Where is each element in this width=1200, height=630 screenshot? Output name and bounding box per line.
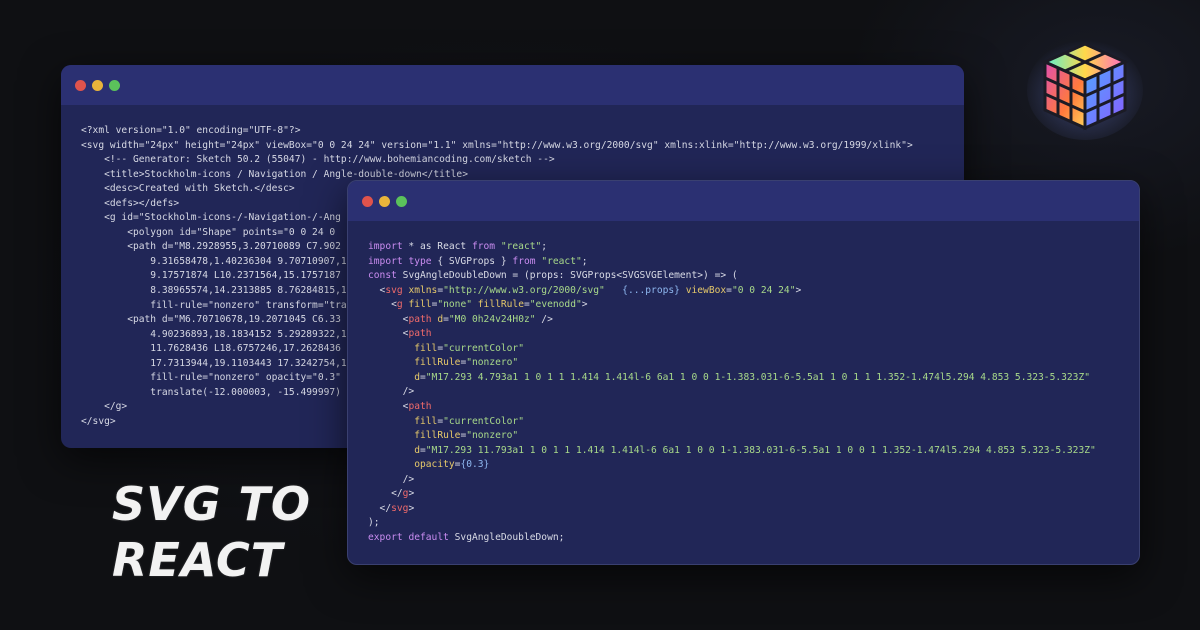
code-line: ); (368, 517, 380, 529)
code-line: /> (368, 473, 415, 485)
code-line: fill="currentColor" (414, 342, 524, 354)
code-line: export default SvgAngleDoubleDown; (368, 531, 565, 543)
maximize-dot-icon (396, 195, 407, 207)
close-dot-icon (75, 79, 86, 91)
react-output-window: import * as React from "react"; import ty… (347, 180, 1140, 565)
code-line: fillRule="nonzero" (414, 357, 519, 369)
code-line: <svg xmlns="http://www.w3.org/2000/svg" … (368, 284, 802, 296)
code-line: </g> (368, 488, 415, 500)
code-line: opacity={0.3} (414, 459, 490, 471)
code-line: d="M17.293 11.793a1 1 0 1 1 1.414 1.414l… (414, 444, 1096, 456)
code-line: <!-- Generator: Sketch 50.2 (55047) - ht… (81, 154, 555, 166)
minimize-dot-icon (92, 79, 103, 91)
code-line: /> (368, 386, 415, 398)
code-line: <path (368, 328, 432, 340)
code-line: const SvgAngleDoubleDown = (props: SVGPr… (368, 270, 738, 282)
react-code-block: import * as React from "react"; import ty… (348, 221, 1139, 545)
react-window-titlebar (348, 181, 1139, 221)
code-line: <g fill="none" fillRule="evenodd"> (368, 299, 588, 311)
headline-line-1: SVG TO (112, 477, 311, 531)
minimize-dot-icon (379, 195, 390, 207)
code-line: <path (368, 401, 432, 413)
code-line: <?xml version="1.0" encoding="UTF-8"?> (81, 125, 301, 136)
headline: SVG TO REACT (112, 476, 312, 588)
code-line: d="M17.293 4.793a1 1 0 1 1 1.414 1.414l-… (414, 371, 1091, 383)
code-line: <path d="M0 0h24v24H0z" /> (368, 313, 553, 325)
code-line: fill="currentColor" (414, 415, 524, 427)
svg-window-titlebar (61, 65, 964, 105)
colorful-cube-logo-icon (1027, 40, 1143, 140)
code-line: fillRule="nonzero" (414, 430, 519, 442)
maximize-dot-icon (109, 79, 120, 91)
headline-line-2: REACT (112, 533, 284, 587)
code-line: import type { SVGProps } from "react"; (368, 255, 588, 267)
close-dot-icon (362, 195, 373, 207)
code-line: </svg> (368, 502, 415, 514)
code-line: import * as React from "react"; (368, 241, 548, 252)
code-line: <svg width="24px" height="24px" viewBox=… (81, 139, 913, 151)
